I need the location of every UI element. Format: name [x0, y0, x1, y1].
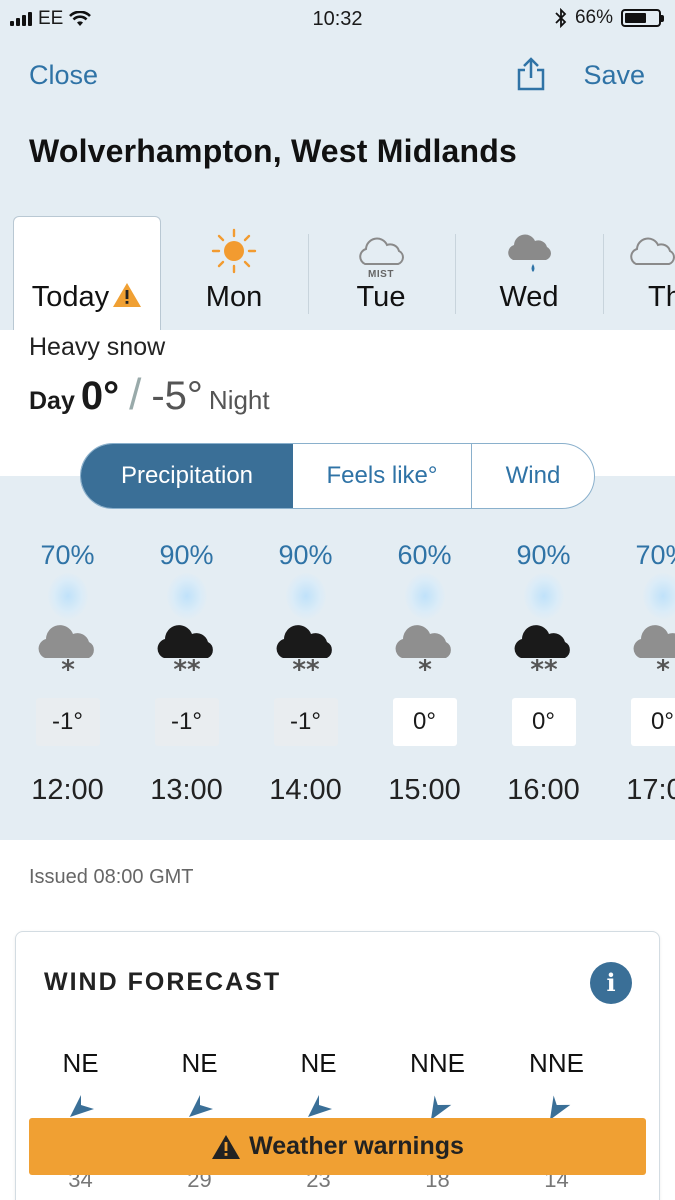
wind-arrow-icon: [549, 1095, 570, 1119]
warning-icon: [113, 283, 142, 307]
close-button[interactable]: Close: [29, 60, 98, 91]
svg-text:**: **: [530, 655, 558, 684]
svg-text:**: **: [173, 655, 201, 684]
hourly-column: 90% ** -1° 14:00: [246, 476, 365, 840]
battery-icon: [621, 9, 664, 27]
cloud-icon: [359, 237, 404, 265]
night-temperature: -5°: [151, 374, 203, 418]
tab-today[interactable]: Today: [13, 216, 161, 330]
wind-arrow-icon: [69, 1095, 94, 1117]
precipitation-chance: 70%: [40, 540, 95, 570]
wind-arrow-icon: [188, 1095, 213, 1117]
weather-warnings-button[interactable]: Weather warnings: [29, 1118, 646, 1175]
precipitation-chance: 60%: [397, 540, 452, 570]
night-label: Night: [208, 385, 270, 415]
heavy-snow-icon: **: [157, 625, 213, 684]
hour-temperature: -1°: [154, 698, 219, 746]
wind-direction: NNE: [410, 1048, 465, 1078]
precipitation-chance: 90%: [516, 540, 571, 570]
svg-text:**: **: [292, 655, 320, 684]
light-snow-icon: *: [395, 625, 451, 684]
hour-temperature: 0°: [630, 698, 675, 746]
light-snow-icon: *: [38, 625, 94, 684]
tab-label: Today: [14, 281, 160, 314]
metric-toggle: Precipitation Feels like° Wind: [80, 443, 595, 509]
info-icon[interactable]: i: [590, 962, 632, 1004]
warning-icon: [212, 1134, 241, 1159]
precipitation-glow: [523, 573, 564, 619]
separator: /: [129, 370, 142, 419]
wind-arrow-icon: [430, 1095, 451, 1119]
hourly-column: 70% * -1° 12:00: [8, 476, 127, 840]
wind-forecast-title: WIND FORECAST: [44, 968, 282, 996]
wind-direction: NE: [62, 1048, 99, 1078]
precipitation-glow: [642, 573, 675, 619]
cloud-icon: [630, 237, 675, 265]
day-summary: Heavy snow Day 0° / -5° Night Precipitat…: [0, 330, 675, 509]
precipitation-chance: 90%: [159, 540, 214, 570]
issued-time: Issued 08:00 GMT: [29, 866, 194, 888]
precipitation-glow: [166, 573, 207, 619]
toggle-precipitation[interactable]: Precipitation: [81, 444, 293, 508]
tab-wed[interactable]: Wed: [455, 216, 604, 330]
hour-time: 15:00: [388, 774, 461, 806]
precipitation-chance: 70%: [635, 540, 675, 570]
hour-time: 16:00: [507, 774, 580, 806]
precipitation-chance: 90%: [278, 540, 333, 570]
rain-cloud-icon: [508, 234, 551, 272]
heavy-snow-icon: **: [514, 625, 570, 684]
svg-text:*: *: [656, 655, 670, 684]
temperature-summary: Day 0° / -5° Night: [29, 370, 270, 420]
toggle-wind[interactable]: Wind: [472, 444, 594, 508]
tab-label: Mon: [205, 281, 263, 313]
header: Close Save Wolverhampton, West Midlands …: [0, 40, 675, 330]
conditions-text: Heavy snow: [29, 333, 166, 361]
location-title: Wolverhampton, West Midlands: [29, 133, 518, 169]
tab-label: Th: [648, 281, 675, 313]
tab-thu[interactable]: Th: [602, 216, 675, 330]
battery-percent: 66%: [574, 7, 613, 28]
light-snow-icon: *: [633, 625, 675, 684]
svg-text:*: *: [61, 655, 75, 684]
wind-direction: NE: [181, 1048, 218, 1078]
tab-tue[interactable]: MIST Tue: [307, 216, 456, 330]
wind-arrow-icon: [307, 1095, 332, 1117]
hourly-forecast[interactable]: 70% * -1° 12:00 90% ** -1° 13:00 90% ** -1° 14:00 60…: [0, 476, 675, 840]
hour-time: 14:00: [269, 774, 342, 806]
precipitation-glow: [47, 573, 88, 619]
battery-group: 66%: [555, 7, 664, 29]
save-button[interactable]: Save: [583, 60, 645, 91]
sun-icon: [211, 228, 257, 274]
day-temperature: 0°: [80, 374, 120, 418]
hour-temperature: 0°: [511, 698, 576, 746]
hour-time: 17:00: [626, 774, 675, 806]
bluetooth-icon: [555, 8, 567, 28]
warnings-label: Weather warnings: [249, 1132, 464, 1160]
hour-temperature: -1°: [35, 698, 100, 746]
toggle-feels-like[interactable]: Feels like°: [293, 444, 472, 508]
hour-temperature: -1°: [273, 698, 338, 746]
hourly-column: 90% ** 0° 16:00: [484, 476, 603, 840]
share-icon[interactable]: [514, 56, 548, 92]
svg-text:*: *: [418, 655, 432, 684]
day-label: Day: [29, 387, 75, 415]
precipitation-glow: [285, 573, 326, 619]
hour-time: 12:00: [31, 774, 104, 806]
tab-label: Tue: [356, 281, 406, 313]
hour-temperature: 0°: [392, 698, 457, 746]
status-bar: EE 10:32 66%: [0, 0, 675, 40]
wind-direction: NE: [300, 1048, 337, 1078]
hourly-column: 90% ** -1° 13:00: [127, 476, 246, 840]
heavy-snow-icon: **: [276, 625, 332, 684]
wind-direction: NNE: [529, 1048, 584, 1078]
precipitation-glow: [404, 573, 445, 619]
day-tabs: Today Mon MIST Tue Wed Th: [0, 216, 675, 330]
hour-time: 13:00: [150, 774, 223, 806]
tab-caption: MIST: [368, 269, 394, 280]
hourly-column: 70% * 0° 17:00: [603, 476, 675, 840]
tab-label: Wed: [499, 281, 559, 313]
tab-mon[interactable]: Mon: [160, 216, 309, 330]
hourly-column: 60% * 0° 15:00: [365, 476, 484, 840]
